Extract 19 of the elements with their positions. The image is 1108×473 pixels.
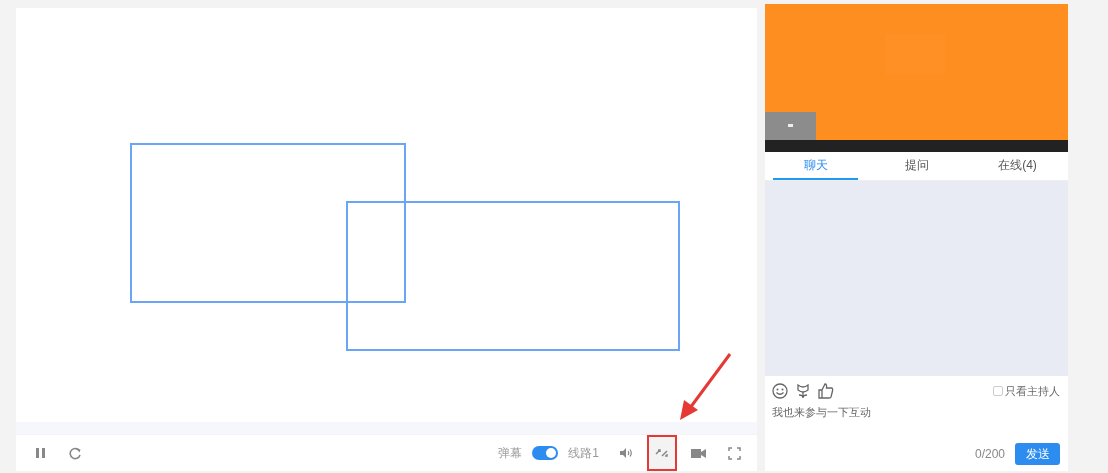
character-counter: 0/200 xyxy=(974,447,1005,461)
flower-icon[interactable] xyxy=(795,383,811,399)
volume-icon xyxy=(619,447,633,459)
refresh-icon xyxy=(68,446,82,460)
tab[interactable]: 提问 xyxy=(874,152,959,180)
camera-icon xyxy=(690,447,706,459)
danmaku-toggle[interactable] xyxy=(532,446,559,460)
host-only-checkbox[interactable]: 只看主持人 xyxy=(993,383,1060,399)
switch-button[interactable] xyxy=(647,435,677,471)
thumbs-up-icon[interactable] xyxy=(818,383,834,399)
tab[interactable]: 在线(4) xyxy=(975,152,1060,180)
smiley-icon[interactable] xyxy=(772,383,788,399)
pause-icon xyxy=(35,447,47,459)
switch-icon xyxy=(655,447,669,459)
fullscreen-icon xyxy=(727,446,741,460)
send-button[interactable]: 发送 xyxy=(1015,443,1060,465)
annotation-arrow xyxy=(680,353,732,420)
danmaku-label: 弹幕 xyxy=(498,444,523,462)
chat-input-field[interactable]: 我也来参与一下互动 xyxy=(772,404,1060,420)
